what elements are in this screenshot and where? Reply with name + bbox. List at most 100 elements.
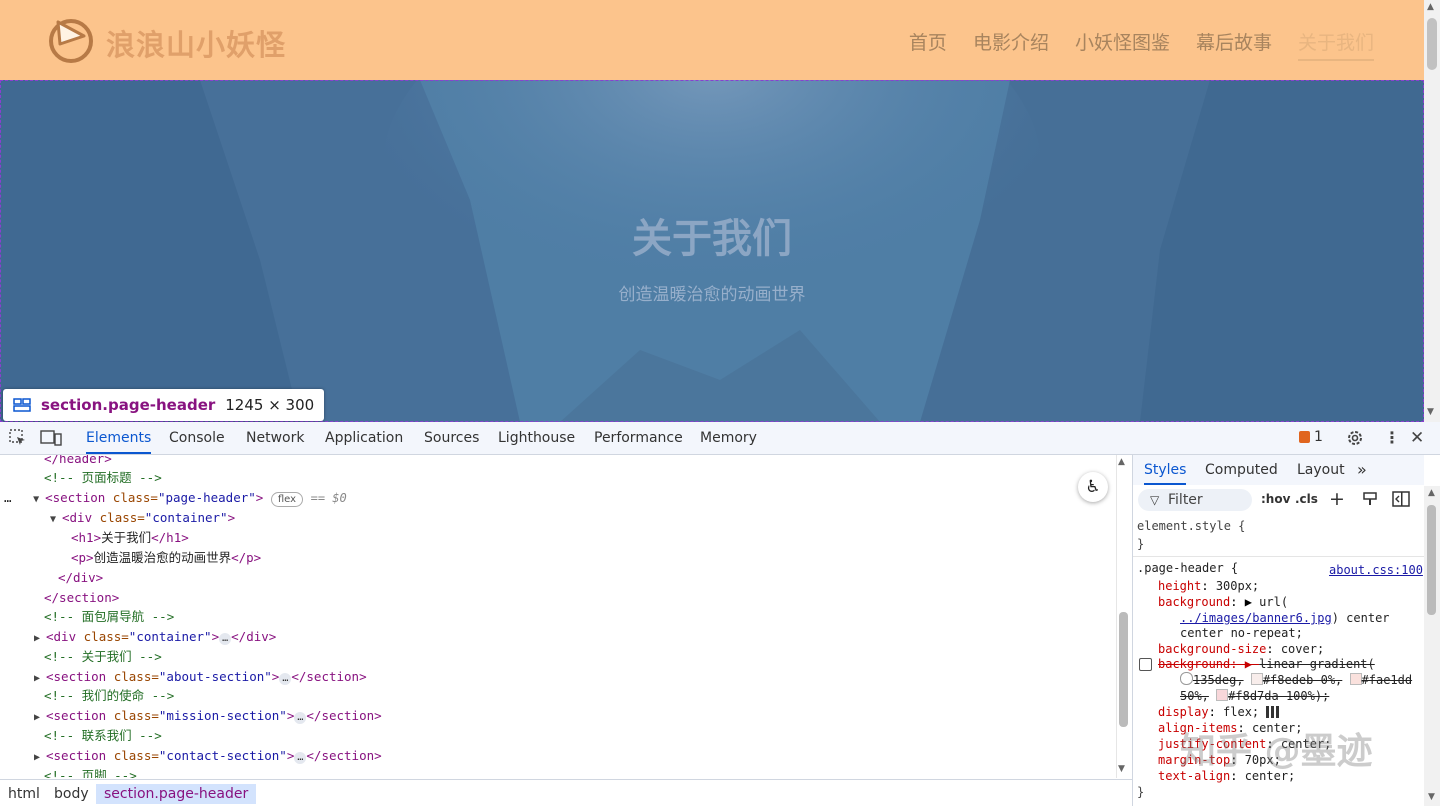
tab-application[interactable]: Application — [325, 422, 403, 454]
hover-state-toggle[interactable]: :hov — [1261, 492, 1290, 506]
dom-node[interactable]: </div> — [58, 568, 103, 588]
close-devtools-icon[interactable]: ✕ — [1410, 428, 1424, 448]
scroll-up-arrow-icon[interactable]: ▲ — [1118, 457, 1125, 467]
nav-item-monsters[interactable]: 小妖怪图鉴 — [1075, 28, 1170, 61]
toggle-sidebar-icon[interactable] — [1392, 491, 1410, 507]
dom-node[interactable]: ▼ <div class="container"> — [50, 508, 235, 528]
rule-close-brace: } — [1137, 537, 1145, 551]
more-tabs-icon[interactable]: » — [1357, 460, 1367, 480]
dom-comment[interactable]: <!-- 面包屑导航 --> — [44, 607, 174, 627]
expand-triangle-icon[interactable]: ▼ — [50, 510, 62, 530]
elements-scrollbar-thumb[interactable] — [1119, 612, 1128, 727]
elements-dom-tree: </header> <!-- 页面标题 --> … ▼ <section clas… — [0, 455, 1116, 778]
tooltip-size: 1245 × 300 — [225, 396, 315, 414]
css-declaration[interactable]: display: flex; — [1158, 704, 1281, 720]
collapse-triangle-icon[interactable]: ▶ — [34, 748, 46, 768]
css-value-continued: center no-repeat; — [1180, 626, 1303, 640]
css-declaration[interactable]: height: 300px; — [1158, 578, 1259, 594]
tab-console[interactable]: Console — [169, 422, 225, 454]
scroll-down-arrow-icon[interactable]: ▼ — [1427, 407, 1434, 417]
angle-swatch-icon[interactable] — [1180, 672, 1193, 685]
issues-indicator[interactable]: 1 — [1299, 429, 1323, 445]
accessibility-tree-icon[interactable]: ♿ — [1078, 472, 1108, 502]
rule-source-link[interactable]: about.css:100 — [1329, 562, 1423, 578]
color-swatch-icon[interactable] — [1250, 673, 1263, 685]
scroll-down-arrow-icon[interactable]: ▼ — [1118, 764, 1125, 774]
collapse-triangle-icon[interactable]: ▶ — [34, 708, 46, 728]
scroll-up-arrow-icon[interactable]: ▲ — [1428, 488, 1435, 498]
dom-comment[interactable]: <!-- 联系我们 --> — [44, 726, 162, 746]
collapsed-children-badge[interactable]: … — [294, 712, 307, 724]
tab-computed[interactable]: Computed — [1205, 460, 1278, 480]
rule-close-brace: } — [1137, 785, 1145, 799]
flexbox-editor-icon[interactable] — [1266, 706, 1281, 718]
dom-node[interactable]: ▶ <section class="contact-section">… </sec… — [34, 746, 382, 766]
disable-declaration-checkbox[interactable] — [1139, 658, 1152, 671]
dom-node[interactable]: ▶ <section class="mission-section">… </sec… — [34, 706, 382, 726]
row-menu-icon[interactable]: … — [4, 490, 12, 505]
breadcrumb-section-page-header[interactable]: section.page-header — [96, 784, 257, 804]
dom-node[interactable]: </header> — [44, 455, 112, 469]
scroll-up-arrow-icon[interactable]: ▲ — [1427, 2, 1434, 12]
class-toggle[interactable]: .cls — [1295, 492, 1318, 506]
dom-comment[interactable]: <!-- 关于我们 --> — [44, 647, 162, 667]
tab-styles[interactable]: Styles — [1144, 460, 1187, 485]
settings-gear-icon[interactable] — [1346, 429, 1364, 447]
flex-layout-icon — [13, 398, 31, 412]
css-gradient-stops: 135deg, #f8edeb 0%, #fae1dd — [1180, 672, 1412, 688]
nav-item-movie[interactable]: 电影介绍 — [973, 28, 1049, 61]
collapsed-children-badge[interactable]: … — [279, 673, 292, 685]
css-declaration[interactable]: background: ▶ url( — [1158, 594, 1288, 610]
nav-item-home[interactable]: 首页 — [909, 28, 947, 61]
collapse-triangle-icon[interactable]: ▶ — [34, 629, 46, 649]
flex-badge[interactable]: flex — [270, 492, 304, 507]
logo-icon[interactable] — [46, 14, 96, 64]
dom-node[interactable]: <h1>关于我们</h1> — [71, 528, 189, 548]
logo-text[interactable]: 浪浪山小妖怪 — [106, 22, 286, 64]
device-toolbar-icon[interactable] — [40, 429, 62, 447]
css-url-value[interactable]: ../images/banner6.jpg) center — [1180, 610, 1390, 626]
dom-node-selected[interactable]: … ▼ <section class="page-header"> flex ==… — [4, 488, 347, 508]
color-swatch-icon[interactable] — [1216, 689, 1229, 701]
issue-flag-icon — [1299, 431, 1310, 443]
dom-node[interactable]: <p>创造温暖治愈的动画世界</p> — [71, 548, 261, 568]
tooltip-selector: section.page-header — [41, 396, 216, 414]
tab-memory[interactable]: Memory — [700, 422, 757, 454]
nav-item-behind-scenes[interactable]: 幕后故事 — [1196, 28, 1272, 61]
element-style-rule[interactable]: element.style { — [1137, 518, 1245, 534]
nav-item-about[interactable]: 关于我们 — [1297, 28, 1374, 61]
rule-selector[interactable]: .page-header { — [1137, 560, 1238, 576]
page-scrollbar-thumb[interactable] — [1427, 18, 1437, 70]
breadcrumb-body[interactable]: body — [54, 784, 89, 804]
site-viewport: 浪浪山小妖怪 首页 电影介绍 小妖怪图鉴 幕后故事 关于我们 关于我们 创造温暖 — [0, 0, 1424, 422]
tab-network[interactable]: Network — [246, 422, 304, 454]
paint-brush-icon[interactable] — [1362, 491, 1378, 507]
expand-triangle-icon[interactable]: ▼ — [33, 490, 45, 510]
scroll-down-arrow-icon[interactable]: ▼ — [1428, 792, 1435, 802]
more-options-icon[interactable]: ⋮ — [1384, 428, 1400, 448]
tab-layout[interactable]: Layout — [1297, 460, 1345, 480]
dom-node[interactable]: ▶ <section class="about-section">… </secti… — [34, 667, 367, 687]
new-style-rule-icon[interactable]: + — [1329, 488, 1345, 510]
styles-filter-input[interactable]: ▽ Filter — [1138, 489, 1252, 511]
color-swatch-icon[interactable] — [1349, 673, 1362, 685]
dom-node[interactable]: </section> — [44, 588, 119, 608]
collapsed-children-badge[interactable]: … — [294, 752, 307, 764]
dom-comment[interactable]: <!-- 页面标题 --> — [44, 468, 162, 488]
css-gradient-stops: 50%, #f8d7da 100%); — [1180, 689, 1330, 703]
tab-sources[interactable]: Sources — [424, 422, 479, 454]
css-declaration-disabled[interactable]: background: ▶ linear-gradient( — [1158, 656, 1375, 672]
tab-lighthouse[interactable]: Lighthouse — [498, 422, 575, 454]
collapsed-children-badge[interactable]: … — [219, 633, 232, 645]
styles-scrollbar-thumb[interactable] — [1427, 505, 1436, 615]
breadcrumb-html[interactable]: html — [8, 784, 40, 804]
dom-node[interactable]: ▶ <div class="container">… </div> — [34, 627, 276, 647]
dom-comment[interactable]: <!-- 页脚 --> — [44, 766, 137, 778]
css-declaration[interactable]: background-size: cover; — [1158, 641, 1324, 657]
tab-performance[interactable]: Performance — [594, 422, 683, 454]
inspect-element-icon[interactable] — [9, 429, 27, 447]
dom-comment[interactable]: <!-- 我们的使命 --> — [44, 686, 174, 706]
main-nav: 首页 电影介绍 小妖怪图鉴 幕后故事 关于我们 — [909, 28, 1374, 61]
element-inspect-tooltip: section.page-header 1245 × 300 — [3, 389, 325, 421]
tab-elements[interactable]: Elements — [86, 422, 152, 454]
